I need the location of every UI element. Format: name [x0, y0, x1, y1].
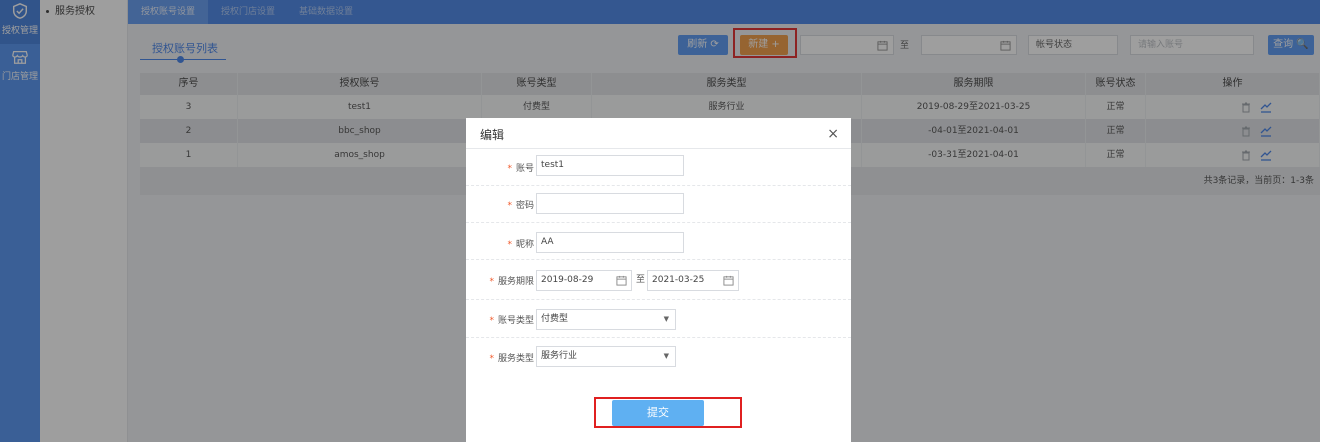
account-input[interactable]: test1 [536, 155, 684, 176]
required-mark: * [507, 240, 512, 250]
period-separator: 至 [636, 275, 646, 285]
calendar-icon[interactable] [723, 275, 734, 286]
period-end-value: 2021-03-25 [652, 275, 705, 285]
required-mark: * [489, 316, 494, 326]
form-row-service-period: * 服务期限 2019-08-29 至 2021-03-25 [466, 260, 851, 300]
field-label-text: 服务期限 [497, 277, 534, 287]
edit-modal: 编辑 × * 账号 test1 * 密码 * 昵称 AA * 服务期限 2019-08-… [466, 118, 851, 442]
field-label-text: 服务类型 [497, 354, 534, 364]
required-mark: * [507, 201, 512, 211]
chevron-down-icon: ▼ [663, 352, 669, 360]
field-label-text: 账号 [515, 164, 534, 174]
required-mark: * [489, 354, 494, 364]
form-row-account: * 账号 test1 [466, 149, 851, 186]
form-row-password: * 密码 [466, 186, 851, 223]
account-type-select[interactable]: 付费型 ▼ [536, 309, 676, 330]
field-label-text: 密码 [515, 201, 534, 211]
field-label: * 账号类型 [489, 313, 534, 326]
period-start-input[interactable]: 2019-08-29 [536, 270, 632, 291]
service-type-value: 服务行业 [541, 351, 578, 361]
close-icon[interactable]: × [827, 126, 839, 142]
chevron-down-icon: ▼ [663, 315, 669, 323]
field-label: * 账号 [507, 161, 534, 174]
password-input[interactable] [536, 193, 684, 214]
field-label-text: 账号类型 [497, 316, 534, 326]
field-label-text: 昵称 [515, 240, 534, 250]
nickname-input[interactable]: AA [536, 232, 684, 253]
service-type-select[interactable]: 服务行业 ▼ [536, 346, 676, 367]
form-row-nickname: * 昵称 AA [466, 223, 851, 260]
required-mark: * [507, 164, 512, 174]
form-row-service-type: * 服务类型 服务行业 ▼ [466, 338, 851, 376]
field-label: * 服务类型 [489, 351, 534, 364]
account-type-value: 付费型 [541, 314, 569, 324]
highlight-box-submit [594, 397, 742, 428]
modal-title: 编辑 [480, 128, 505, 142]
field-label: * 昵称 [507, 237, 534, 250]
period-start-value: 2019-08-29 [541, 275, 594, 285]
field-label: * 密码 [507, 198, 534, 211]
form-row-account-type: * 账号类型 付费型 ▼ [466, 300, 851, 338]
required-mark: * [489, 277, 494, 287]
period-end-input[interactable]: 2021-03-25 [647, 270, 739, 291]
field-label: * 服务期限 [489, 274, 534, 287]
calendar-icon[interactable] [616, 275, 627, 286]
